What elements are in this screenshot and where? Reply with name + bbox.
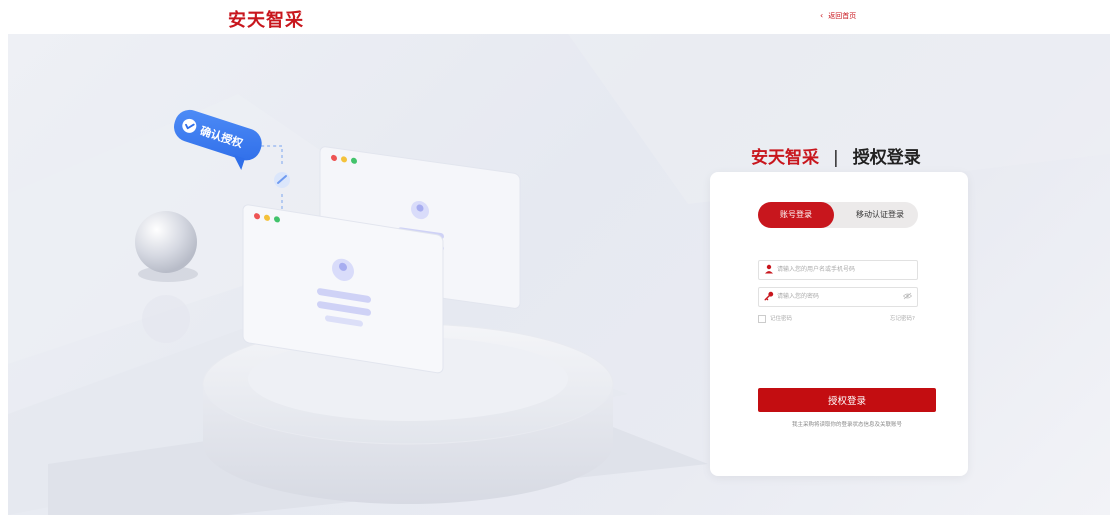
password-input[interactable] — [777, 289, 897, 303]
user-icon — [765, 264, 773, 274]
header-brand-logo[interactable]: 安天智采 — [228, 6, 304, 32]
tab-account-login[interactable]: 账号登录 — [758, 202, 834, 228]
login-heading-title: 授权登录 — [852, 148, 921, 168]
username-field[interactable] — [758, 260, 918, 280]
sphere-reflection — [142, 295, 190, 343]
remember-label: 记住密码 — [770, 316, 793, 322]
login-tabs: 账号登录 移动认证登录 — [758, 202, 918, 228]
login-heading-separator: | — [833, 148, 839, 168]
login-heading: 安天智采 | 授权登录 — [751, 143, 921, 168]
username-input[interactable] — [777, 262, 897, 276]
remember-checkbox[interactable] — [758, 314, 766, 323]
eye-hidden-icon[interactable] — [903, 292, 912, 300]
remember-password[interactable]: 记住密码 — [758, 314, 792, 323]
login-card: 账号登录 移动认证登录 记住密码 忘记密码? 授权登录 我主采购将读取你的登录状… — [710, 172, 968, 476]
chevron-left-icon: ‹ — [820, 11, 824, 20]
decor-sphere — [135, 211, 197, 273]
key-icon — [764, 291, 774, 301]
top-bar: 安天智采 ‹ 返回首页 — [0, 0, 1110, 34]
login-heading-brand: 安天智采 — [751, 148, 819, 168]
back-home-link[interactable]: ‹ 返回首页 — [820, 11, 856, 21]
password-field[interactable] — [758, 287, 918, 307]
authorize-login-button[interactable]: 授权登录 — [758, 388, 936, 412]
authorization-note: 我主采购将读取你的登录状态信息及关联账号 — [791, 422, 902, 428]
tab-mobile-auth-login[interactable]: 移动认证登录 — [842, 202, 918, 228]
forgot-password-link[interactable]: 忘记密码? — [890, 314, 915, 322]
back-home-label: 返回首页 — [828, 12, 857, 20]
